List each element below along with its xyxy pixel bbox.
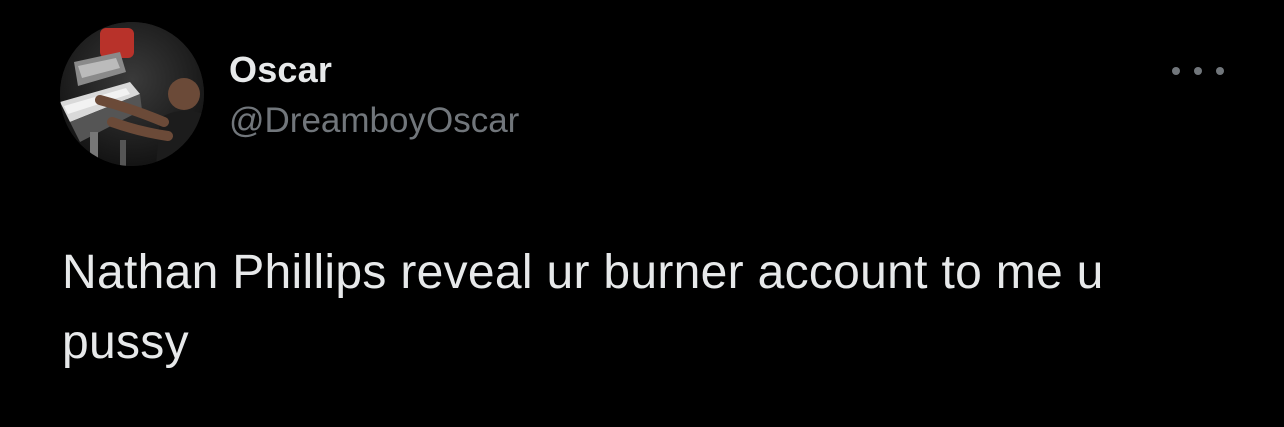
profile-photo-icon [60,22,204,166]
more-horizontal-icon-dot [1216,67,1224,75]
tweet-card: Oscar @DreamboyOscar Nathan Phillips rev… [0,0,1284,427]
avatar[interactable] [60,22,204,166]
tweet-text: Nathan Phillips reveal ur burner account… [62,246,1104,369]
more-horizontal-icon-dot [1172,67,1180,75]
display-name[interactable]: Oscar [229,48,332,92]
user-handle[interactable]: @DreamboyOscar [229,99,519,143]
more-options-button[interactable] [1172,56,1224,86]
more-horizontal-icon-dot [1194,67,1202,75]
